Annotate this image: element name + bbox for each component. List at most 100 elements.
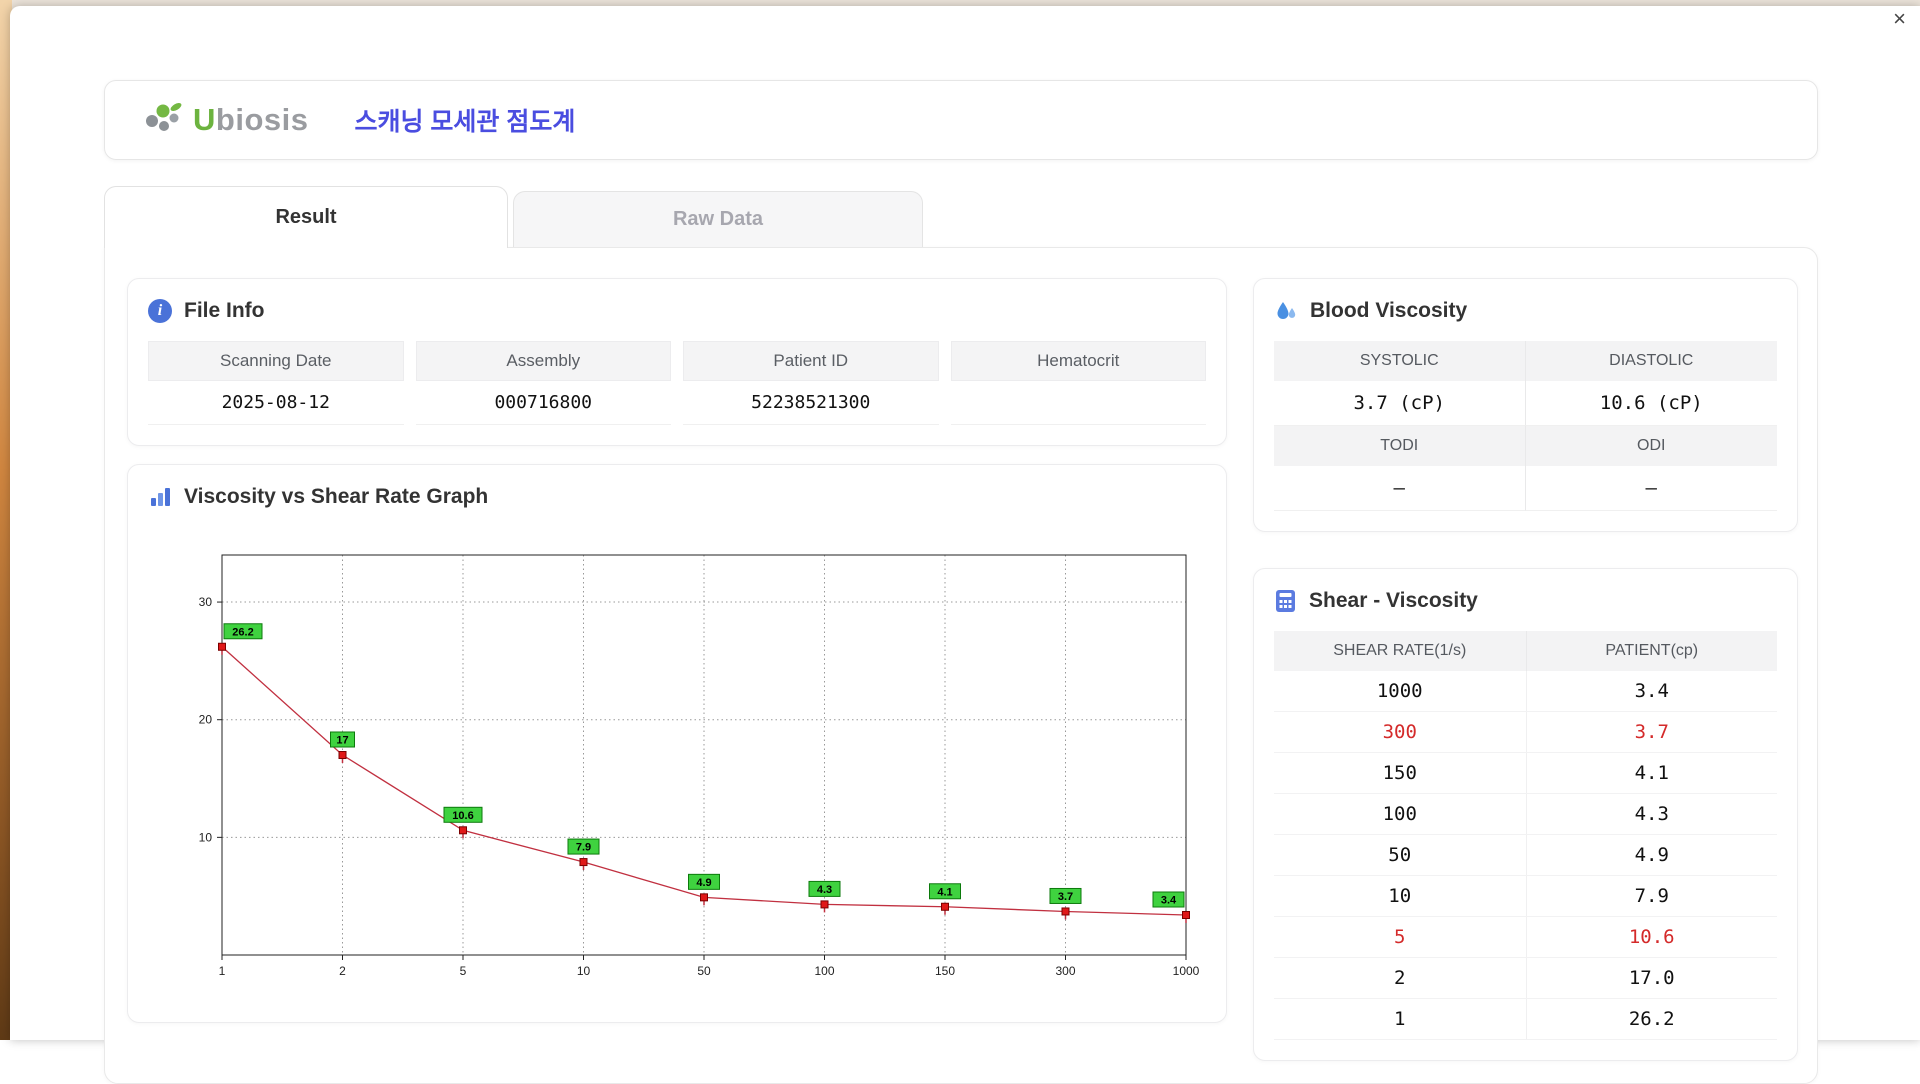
blood-viscosity-grid: SYSTOLIC DIASTOLIC 3.7 (cP) 10.6 (cP) TO… <box>1274 341 1777 511</box>
tab-raw-data[interactable]: Raw Data <box>513 191 923 247</box>
todi-value: – <box>1274 466 1526 511</box>
field-value <box>951 381 1207 425</box>
tab-result[interactable]: Result <box>104 186 508 248</box>
patient-value-cell: 4.9 <box>1526 835 1778 875</box>
patient-value-cell: 26.2 <box>1526 999 1778 1039</box>
file-info-field: Assembly000716800 <box>416 341 672 425</box>
blood-viscosity-title-text: Blood Viscosity <box>1310 299 1467 323</box>
field-label: Patient ID <box>683 341 939 381</box>
patient-value-cell: 7.9 <box>1526 876 1778 916</box>
file-info-field: Patient ID52238521300 <box>683 341 939 425</box>
shear-viscosity-title-text: Shear - Viscosity <box>1309 589 1478 613</box>
svg-text:10: 10 <box>577 964 591 978</box>
patient-value-cell: 3.7 <box>1526 712 1778 752</box>
shear-table: SHEAR RATE(1/s) PATIENT(cp) 10003.43003.… <box>1274 631 1777 1040</box>
shear-table-row: 126.2 <box>1274 999 1777 1040</box>
svg-text:3.7: 3.7 <box>1058 891 1073 903</box>
shear-table-row: 1004.3 <box>1274 794 1777 835</box>
calculator-grid-icon <box>1274 589 1297 613</box>
chart-wrapper: 10 20 30 1 2 5 10 50 100 150 300 1000 26.2 17 10.6 7.9 4… <box>148 527 1206 1002</box>
file-info-field: Hematocrit <box>951 341 1207 425</box>
shear-rate-cell: 100 <box>1274 794 1526 834</box>
bar-chart-icon <box>148 485 172 509</box>
shear-table-header: SHEAR RATE(1/s) PATIENT(cp) <box>1274 631 1777 671</box>
svg-text:26.2: 26.2 <box>232 626 253 638</box>
shear-rate-column-header: SHEAR RATE(1/s) <box>1274 631 1526 671</box>
info-icon: i <box>148 299 172 323</box>
svg-text:20: 20 <box>199 713 213 727</box>
shear-viscosity-card: Shear - Viscosity SHEAR RATE(1/s) PATIEN… <box>1253 568 1798 1061</box>
svg-text:10.6: 10.6 <box>452 810 473 822</box>
logo-berries-icon <box>143 100 185 140</box>
shear-rate-cell: 300 <box>1274 712 1526 752</box>
svg-text:4.3: 4.3 <box>817 884 832 896</box>
shear-table-row: 504.9 <box>1274 835 1777 876</box>
todi-label: TODI <box>1274 426 1526 466</box>
close-icon[interactable]: × <box>1893 8 1906 30</box>
right-column: Blood Viscosity SYSTOLIC DIASTOLIC 3.7 (… <box>1253 278 1798 1061</box>
shear-table-body: 10003.43003.71504.11004.3504.9107.9510.6… <box>1274 671 1777 1040</box>
main-content: Ubiosis 스캐닝 모세관 점도계 Result Raw Data i Fi… <box>10 6 1920 1084</box>
shear-table-row: 107.9 <box>1274 876 1777 917</box>
patient-value-cell: 4.3 <box>1526 794 1778 834</box>
svg-text:2: 2 <box>339 964 346 978</box>
svg-text:50: 50 <box>697 964 711 978</box>
patient-value-cell: 4.1 <box>1526 753 1778 793</box>
svg-text:30: 30 <box>199 595 213 609</box>
svg-text:5: 5 <box>460 964 467 978</box>
file-info-fields: Scanning Date2025-08-12Assembly000716800… <box>148 341 1206 425</box>
shear-rate-cell: 50 <box>1274 835 1526 875</box>
svg-text:150: 150 <box>935 964 955 978</box>
shear-table-row: 1504.1 <box>1274 753 1777 794</box>
odi-label: ODI <box>1526 426 1778 466</box>
brand-text: Ubiosis <box>193 102 308 138</box>
file-info-field: Scanning Date2025-08-12 <box>148 341 404 425</box>
field-value: 2025-08-12 <box>148 381 404 425</box>
svg-text:7.9: 7.9 <box>576 842 591 854</box>
patient-value-cell: 10.6 <box>1526 917 1778 957</box>
file-info-card: i File Info Scanning Date2025-08-12Assem… <box>127 278 1227 446</box>
file-info-title-text: File Info <box>184 299 265 323</box>
shear-rate-cell: 10 <box>1274 876 1526 916</box>
diastolic-value: 10.6 (cP) <box>1526 381 1778 426</box>
shear-table-row: 217.0 <box>1274 958 1777 999</box>
field-value: 000716800 <box>416 381 672 425</box>
patient-value-cell: 17.0 <box>1526 958 1778 998</box>
shear-rate-cell: 1000 <box>1274 671 1526 711</box>
svg-text:100: 100 <box>814 964 834 978</box>
patient-column-header: PATIENT(cp) <box>1526 631 1778 671</box>
ubiosis-logo: Ubiosis <box>143 100 308 140</box>
svg-text:17: 17 <box>336 735 348 747</box>
field-label: Hematocrit <box>951 341 1207 381</box>
shear-rate-cell: 1 <box>1274 999 1526 1039</box>
field-label: Scanning Date <box>148 341 404 381</box>
diastolic-label: DIASTOLIC <box>1526 341 1778 381</box>
systolic-label: SYSTOLIC <box>1274 341 1526 381</box>
graph-card-title: Viscosity vs Shear Rate Graph <box>148 485 1206 509</box>
shear-table-row: 510.6 <box>1274 917 1777 958</box>
svg-text:10: 10 <box>199 830 213 844</box>
svg-text:4.9: 4.9 <box>696 877 711 889</box>
tab-bar: Result Raw Data <box>104 186 1818 247</box>
file-info-title: i File Info <box>148 299 1206 323</box>
field-value: 52238521300 <box>683 381 939 425</box>
odi-value: – <box>1526 466 1778 511</box>
svg-text:1: 1 <box>219 964 226 978</box>
water-drop-icon <box>1274 299 1298 323</box>
app-header: Ubiosis 스캐닝 모세관 점도계 <box>104 80 1818 160</box>
shear-viscosity-title: Shear - Viscosity <box>1274 589 1777 613</box>
svg-text:300: 300 <box>1055 964 1075 978</box>
patient-value-cell: 3.4 <box>1526 671 1778 711</box>
shear-table-row: 3003.7 <box>1274 712 1777 753</box>
blood-viscosity-card: Blood Viscosity SYSTOLIC DIASTOLIC 3.7 (… <box>1253 278 1798 532</box>
blood-viscosity-title: Blood Viscosity <box>1274 299 1777 323</box>
shear-rate-cell: 150 <box>1274 753 1526 793</box>
svg-text:3.4: 3.4 <box>1161 895 1177 907</box>
svg-text:1000: 1000 <box>1173 964 1200 978</box>
graph-title-text: Viscosity vs Shear Rate Graph <box>184 485 488 509</box>
app-title: 스캐닝 모세관 점도계 <box>354 102 575 138</box>
viscosity-chart: 10 20 30 1 2 5 10 50 100 150 300 1000 26.2 17 10.6 7.9 4… <box>166 527 1206 997</box>
graph-card: Viscosity vs Shear Rate Graph 1020301251… <box>127 464 1227 1023</box>
app-window: × Ubiosis 스캐닝 모세관 점도계 Result Raw Data <box>10 6 1920 1040</box>
result-panel: i File Info Scanning Date2025-08-12Assem… <box>104 247 1818 1084</box>
